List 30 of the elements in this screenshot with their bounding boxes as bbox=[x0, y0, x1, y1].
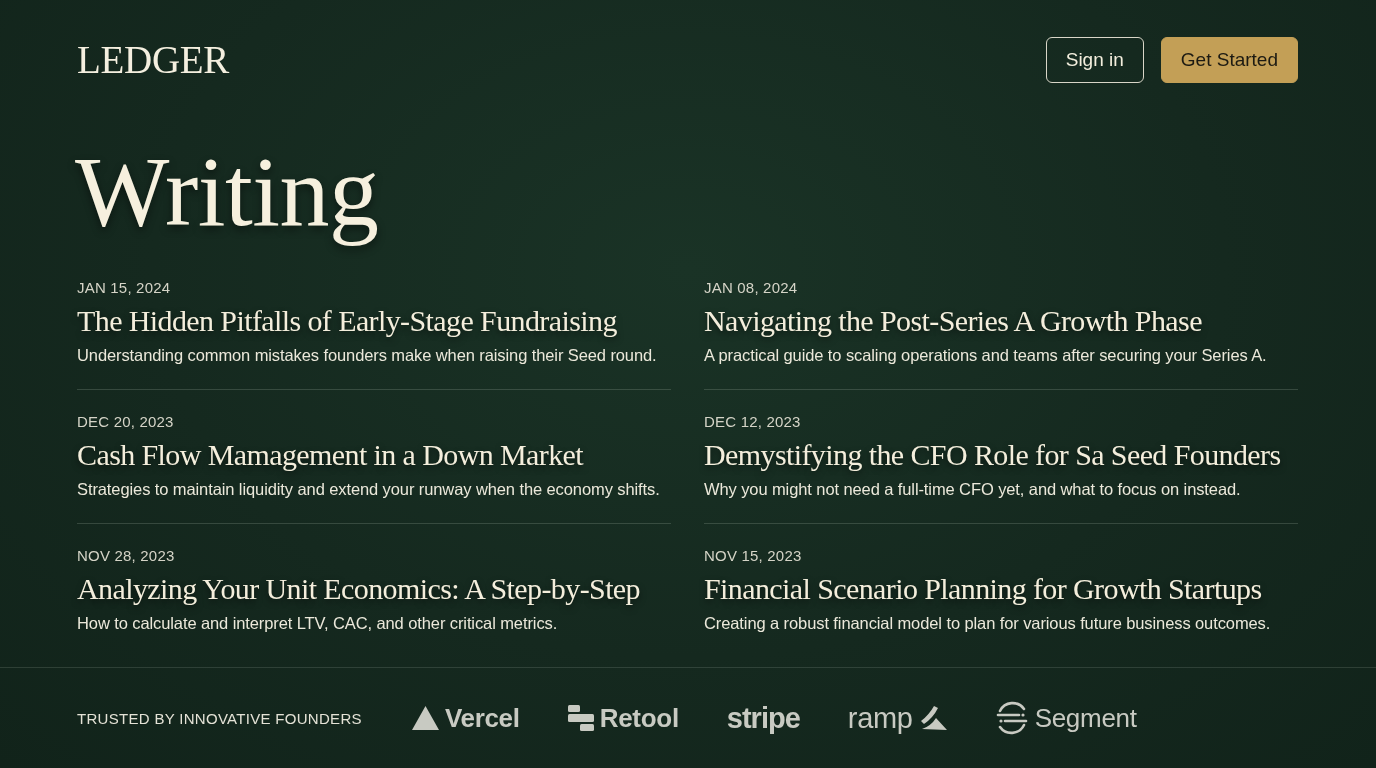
article-summary: How to calculate and interpret LTV, CAC, and other critical metrics. bbox=[77, 613, 558, 634]
article-date: NOV 28, 2023 bbox=[77, 547, 175, 565]
article-date: DEC 12, 2023 bbox=[704, 413, 801, 431]
article-summary: Strategies to maintain liquidity and extend your runway when the economy shifts. bbox=[77, 479, 660, 500]
partner-logo-wordmark: stripe bbox=[726, 701, 800, 735]
article-title[interactable]: Cash Flow Mamagement in a Down Market bbox=[77, 437, 584, 473]
article-summary: Why you might not need a full-time CFO yet, and what to focus on instead. bbox=[704, 479, 1241, 500]
article-summary: Creating a robust financial model to plan for various future business outcomes. bbox=[704, 613, 1271, 634]
article-date: JAN 15, 2024 bbox=[77, 279, 171, 297]
partner-logo-wordmark: Retool bbox=[599, 702, 679, 735]
circle-lines-icon bbox=[994, 701, 1029, 735]
get-started-button[interactable]: Get Started bbox=[1160, 37, 1298, 83]
article-title[interactable]: Demystifying the CFO Role for Sa Seed Founders bbox=[704, 437, 1281, 473]
article-title[interactable]: Analyzing Your Unit Economics: A Step-by-Step bbox=[77, 571, 640, 607]
article-summary: A practical guide to scaling operations and teams after securing your Series A. bbox=[704, 345, 1267, 366]
article-title[interactable]: Financial Scenario Planning for Growth Startups bbox=[704, 571, 1262, 607]
footer-tagline: TRUSTED BY INNOVATIVE FOUNDERS bbox=[77, 709, 362, 727]
article-title[interactable]: The Hidden Pitfalls of Early-Stage Fundraising bbox=[77, 303, 617, 339]
partner-logo-wordmark: Vercel bbox=[444, 702, 520, 735]
sign-in-button[interactable]: Sign in bbox=[1045, 37, 1144, 83]
article-title[interactable]: Navigating the Post-Series A Growth Phase bbox=[704, 303, 1202, 339]
article-summary: Understanding common mistakes founders make when raising their Seed round. bbox=[77, 345, 657, 366]
article-date: DEC 20, 2023 bbox=[77, 413, 174, 431]
bars-icon bbox=[567, 705, 594, 731]
site-logo[interactable]: LEDGER bbox=[77, 37, 229, 83]
partner-logo-wordmark: ramp bbox=[847, 701, 913, 735]
article-date: NOV 15, 2023 bbox=[704, 547, 802, 565]
partner-logo-wordmark: Segment bbox=[1034, 702, 1137, 735]
triangle-icon bbox=[411, 706, 439, 730]
article-date: JAN 08, 2024 bbox=[704, 279, 798, 297]
